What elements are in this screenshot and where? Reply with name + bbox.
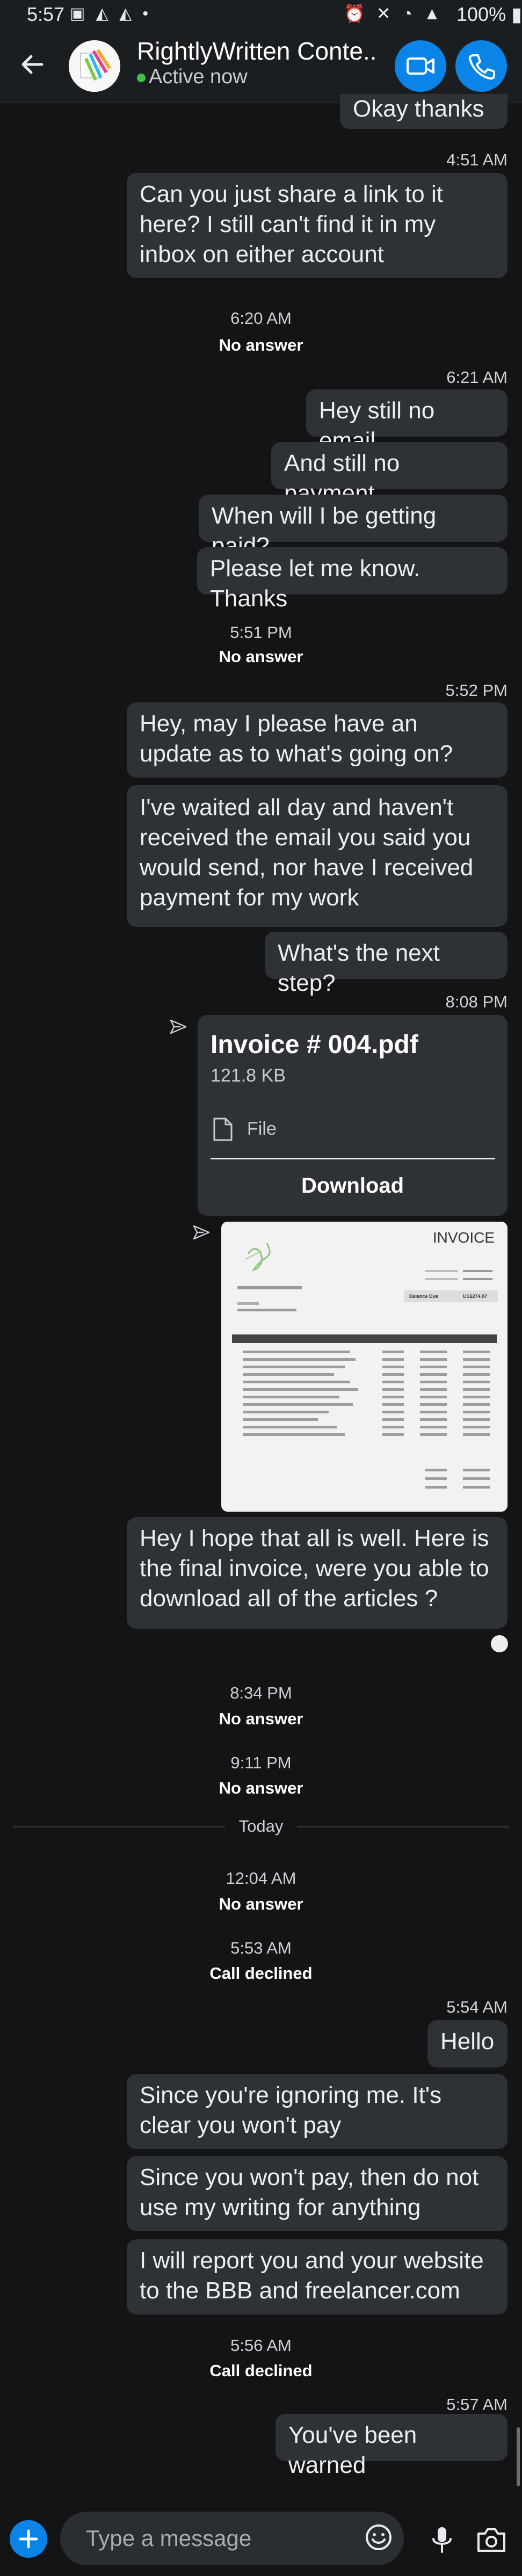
message-text: Hey, may I please have an update as to w… (140, 710, 453, 767)
event-time: 5:53 AM (230, 1939, 292, 1957)
chat-title[interactable]: RightlyWritten Conte... (137, 37, 379, 66)
avatar[interactable] (69, 40, 120, 92)
message-timestamp: 5:52 PM (445, 681, 508, 700)
message-bubble[interactable]: Please let me know. Thanks (197, 547, 508, 612)
event-time: 12:04 AM (226, 1869, 296, 1888)
online-dot (137, 73, 146, 82)
message-text: You've been warned (288, 2422, 417, 2478)
divider (211, 1158, 495, 1159)
missed-call-label: No answer (219, 336, 303, 354)
avatar-logo-icon (69, 40, 120, 92)
message-text: Since you won't pay, then do not use my … (140, 2164, 479, 2221)
system-icons: ⏰ ✕ ◔ ▲ (344, 4, 444, 23)
divider (297, 1826, 509, 1827)
event-time: 8:34 PM (230, 1684, 292, 1702)
message-bubble[interactable]: Okay thanks (340, 94, 508, 129)
message-bubble[interactable]: Hey, may I please have an update as to w… (127, 702, 508, 778)
message-timestamp: 5:54 AM (446, 1998, 508, 2016)
message-bubble[interactable]: Hey still no email (306, 389, 508, 454)
message-text: Okay thanks (353, 96, 484, 122)
invoice-balance-value: US$274.07 (463, 1294, 488, 1299)
invoice-heading: INVOICE (432, 1229, 495, 1246)
plus-icon (19, 2529, 38, 2549)
message-bubble[interactable]: And still no payment (271, 442, 508, 506)
message-text: I will report you and your website to th… (140, 2247, 484, 2304)
message-text: What's the next step? (278, 940, 440, 996)
event-time: 6:20 AM (230, 309, 292, 328)
sent-indicator-icon (170, 1019, 187, 1034)
missed-call-label: No answer (219, 1895, 303, 1913)
message-text: I've waited all day and haven't received… (140, 794, 474, 911)
invoice-thumbnail-graphic (221, 1222, 508, 1512)
microphone-icon[interactable] (429, 2524, 455, 2556)
message-text: Since you're ignoring me. It's clear you… (140, 2082, 442, 2138)
declined-call-label: Call declined (209, 2361, 313, 2380)
file-attachment-card[interactable]: Invoice # 004.pdf 121.8 KB File Download (198, 1015, 508, 1216)
missed-call-label: No answer (219, 1779, 303, 1797)
message-bubble[interactable]: What's the next step? (265, 932, 508, 996)
missed-call-label: No answer (219, 1709, 303, 1728)
message-bubble[interactable]: Can you just share a link to it here? I … (127, 173, 508, 278)
audio-call-button[interactable] (455, 40, 507, 92)
message-bubble[interactable]: You've been warned (276, 2414, 508, 2478)
arrow-left-icon[interactable] (16, 48, 48, 81)
message-bubble[interactable]: When will I be getting paid? (199, 495, 508, 559)
phone-icon (468, 54, 495, 80)
message-bubble[interactable]: Since you're ignoring me. It's clear you… (127, 2074, 508, 2149)
event-time: 5:51 PM (230, 623, 292, 642)
file-name: Invoice # 004.pdf (211, 1031, 418, 1059)
message-timestamp: 6:21 AM (446, 368, 508, 387)
camera-icon[interactable] (475, 2525, 508, 2554)
presence-status: Active now (137, 66, 248, 89)
read-receipt-avatar (491, 1635, 508, 1652)
message-text: Can you just share a link to it here? I … (140, 181, 443, 267)
message-bubble[interactable]: Hello (427, 2020, 508, 2067)
file-size: 121.8 KB (211, 1065, 286, 1086)
message-bubble[interactable]: Since you won't pay, then do not use my … (127, 2156, 508, 2231)
add-button[interactable] (10, 2520, 47, 2558)
scrollbar[interactable] (517, 2427, 520, 2486)
event-time: 5:56 AM (230, 2336, 292, 2355)
battery-level: 100% ▮ (456, 3, 522, 25)
message-bubble[interactable]: I will report you and your website to th… (127, 2239, 508, 2314)
message-text: Hey I hope that all is well. Here is the… (140, 1525, 489, 1612)
invoice-image-preview[interactable]: INVOICE Balance Due US$274.07 (221, 1222, 508, 1512)
declined-call-label: Call declined (209, 1964, 313, 1983)
status-bar: 5:57 ▣ ◭ ◭ • ⏰ ✕ ◔ ▲ 100% ▮ (0, 0, 522, 32)
missed-call-label: No answer (219, 647, 303, 666)
video-call-button[interactable] (395, 40, 446, 92)
emoji-icon[interactable] (364, 2522, 394, 2552)
status-time: 5:57 (27, 3, 65, 25)
message-text: Please let me know. Thanks (210, 555, 421, 612)
message-text: Hello (440, 2028, 495, 2055)
message-input-placeholder: Type a message (86, 2526, 252, 2551)
message-bubble[interactable]: Hey I hope that all is well. Here is the… (127, 1517, 508, 1629)
message-bubble[interactable]: I've waited all day and haven't received… (127, 785, 508, 927)
message-timestamp: 5:57 AM (446, 2395, 508, 2414)
message-timestamp: 8:08 PM (445, 992, 508, 1011)
invoice-balance-label: Balance Due (409, 1294, 439, 1299)
file-type-label: File (247, 1119, 277, 1139)
event-time: 9:11 PM (230, 1753, 292, 1772)
video-camera-icon (407, 57, 434, 75)
document-icon (213, 1118, 233, 1141)
message-timestamp: 4:51 AM (446, 150, 508, 169)
sent-indicator-icon (193, 1225, 210, 1240)
notification-icons: ▣ ◭ ◭ • (70, 5, 151, 23)
download-button[interactable]: Download (198, 1174, 508, 1198)
